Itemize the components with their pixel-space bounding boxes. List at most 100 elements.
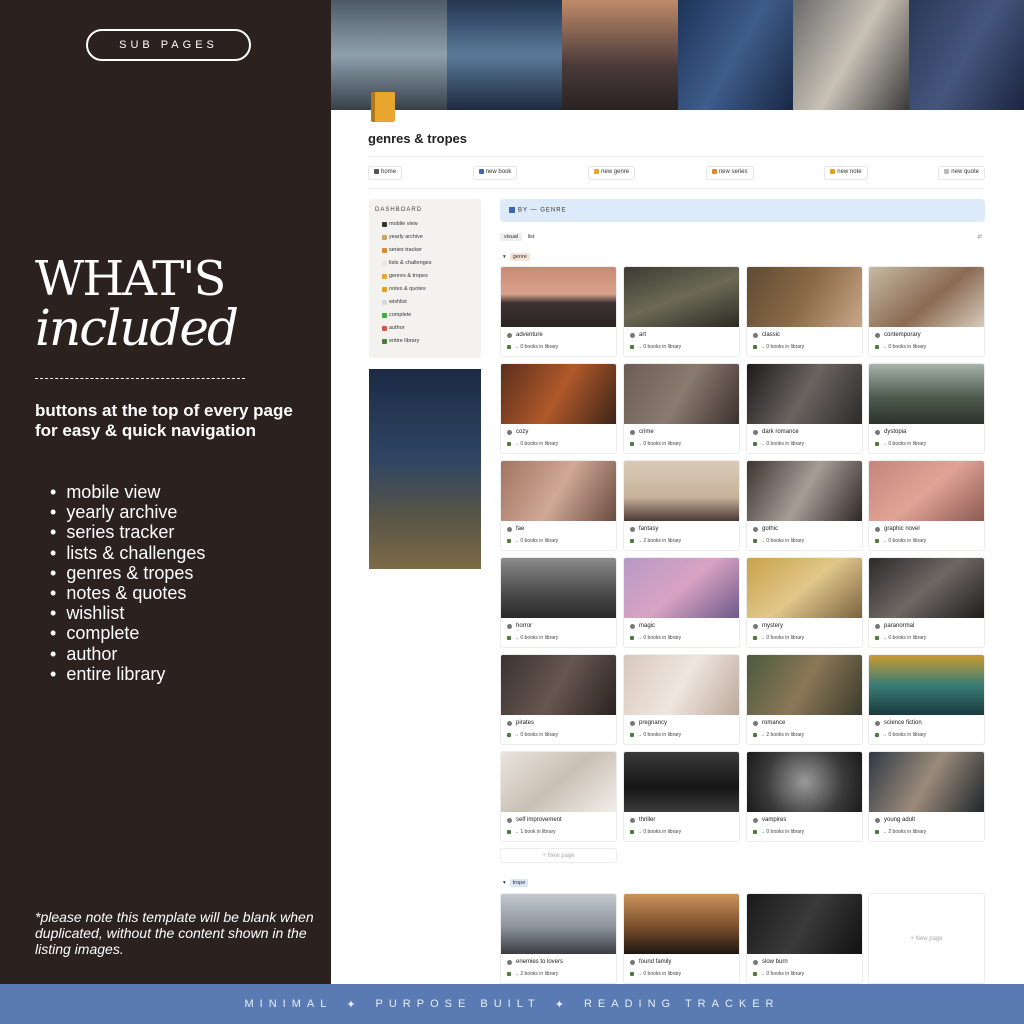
book-count: → 0 books in library (624, 435, 739, 447)
card-title-row: classic (747, 327, 862, 338)
nav-button-label: new series (718, 169, 748, 176)
book-count: → 0 books in library (501, 726, 616, 738)
genre-icon (875, 429, 880, 435)
card-cover-image (501, 752, 616, 812)
gallery-card[interactable]: graphic novel → 0 books in library (868, 460, 985, 551)
card-title-row: enemies to lovers (501, 954, 616, 965)
gallery-card[interactable]: young adult → 2 books in library (868, 751, 985, 842)
card-title-row: adventure (501, 327, 616, 338)
gallery-card[interactable]: cozy → 0 books in library (500, 363, 617, 454)
genre-icon (630, 959, 635, 965)
card-title-row: science fiction (869, 715, 984, 726)
genre-icon (753, 959, 758, 965)
group-genre-label: genre (509, 253, 530, 261)
nav-button-new-genre[interactable]: new genre (588, 166, 636, 180)
new-page-button[interactable]: + New page (868, 893, 985, 984)
feature-item: notes & quotes (50, 583, 205, 603)
genre-icon (875, 623, 880, 629)
gallery-card[interactable]: classic → 0 books in library (746, 266, 863, 357)
card-cover-image (501, 461, 616, 521)
card-cover-image (869, 752, 984, 812)
left-panel: SUB PAGES WHAT'S included buttons at the… (0, 0, 331, 984)
card-title: self improvement (516, 817, 562, 823)
sidebar-item-lists-challenges[interactable]: lists & challenges (375, 257, 475, 270)
gallery-card[interactable]: fae → 0 books in library (500, 460, 617, 551)
gallery-card[interactable]: dark romance → 0 books in library (746, 363, 863, 454)
card-title-row: cozy (501, 424, 616, 435)
sidebar-item-genres-tropes[interactable]: genres & tropes (375, 270, 475, 283)
card-title-row: contemporary (869, 327, 984, 338)
gallery-card[interactable]: self improvement → 1 book in library (500, 751, 617, 842)
card-title-row: pirates (501, 715, 616, 726)
book-count: → 0 books in library (624, 338, 739, 350)
book-count: → 0 books in library (624, 629, 739, 641)
card-title: adventure (516, 332, 543, 338)
card-title-row: vampires (747, 812, 862, 823)
book-count: → 0 books in library (869, 338, 984, 350)
card-cover-image (869, 655, 984, 715)
card-cover-image (624, 894, 739, 954)
card-title: graphic novel (884, 526, 920, 532)
gallery-card[interactable]: crime → 0 books in library (623, 363, 740, 454)
gallery-card[interactable]: magic → 0 books in library (623, 557, 740, 648)
view-tab-visual[interactable]: visual (500, 233, 523, 241)
gallery-card[interactable]: pirates → 0 books in library (500, 654, 617, 745)
sidebar-item-yearly-archive[interactable]: yearly archive (375, 231, 475, 244)
gallery-card[interactable]: art → 0 books in library (623, 266, 740, 357)
gallery-card[interactable]: mystery → 0 books in library (746, 557, 863, 648)
group-genre-header[interactable]: ▾ genre (503, 253, 530, 261)
gallery-card[interactable]: found family → 0 books in library (623, 893, 740, 984)
card-title: art (639, 332, 647, 338)
card-title: fantasy (639, 526, 659, 532)
gallery-card[interactable]: contemporary → 0 books in library (868, 266, 985, 357)
gallery-card[interactable]: dystopia → 0 books in library (868, 363, 985, 454)
gallery-card[interactable]: science fiction → 0 books in library (868, 654, 985, 745)
sidebar-item-notes-quotes[interactable]: notes & quotes (375, 283, 475, 296)
gallery-card[interactable]: enemies to lovers → 2 books in library (500, 893, 617, 984)
gallery-card[interactable]: vampires → 0 books in library (746, 751, 863, 842)
gallery-card[interactable]: slow burn → 0 books in library (746, 893, 863, 984)
book-icon (509, 207, 515, 213)
sidebar-item-author[interactable]: author (375, 322, 475, 335)
card-title: young adult (884, 817, 916, 823)
gallery-card[interactable]: adventure → 0 books in library (500, 266, 617, 357)
sort-icon[interactable]: ⇄ (977, 234, 982, 240)
sidebar-item-wishlist[interactable]: wishlist (375, 296, 475, 309)
nav-button-new-quote[interactable]: new quote (938, 166, 985, 180)
gallery-card[interactable]: pregnancy → 0 books in library (623, 654, 740, 745)
gallery-card[interactable]: horror → 0 books in library (500, 557, 617, 648)
gallery-card[interactable]: paranormal → 0 books in library (868, 557, 985, 648)
card-title-row: slow burn (747, 954, 862, 965)
card-title: found family (639, 959, 672, 965)
card-title: pregnancy (639, 720, 668, 726)
gallery-card[interactable]: gothic → 0 books in library (746, 460, 863, 551)
gallery-card[interactable]: romance → 2 books in library (746, 654, 863, 745)
nav-button-new-book[interactable]: new book (472, 166, 518, 180)
sparkle-icon: ✦ (346, 998, 362, 1011)
card-cover-image (747, 894, 862, 954)
sidebar-item-entire-library[interactable]: entire library (375, 335, 475, 348)
tagline-reading: READING TRACKER (583, 998, 780, 1010)
nav-button-new-note[interactable]: new note (824, 166, 868, 180)
card-cover-image (747, 655, 862, 715)
sidebar-item-series-tracker[interactable]: series tracker (375, 244, 475, 257)
card-title-row: horror (501, 618, 616, 629)
gallery-card[interactable]: fantasy → 2 books in library (623, 460, 740, 551)
sidebar-item-mobile-view[interactable]: mobile view (375, 218, 475, 231)
gallery-card[interactable]: thriller → 0 books in library (623, 751, 740, 842)
book-count: → 1 book in library (501, 823, 616, 835)
book-count: → 0 books in library (501, 435, 616, 447)
card-cover-image (501, 558, 616, 618)
book-count: → 0 books in library (501, 532, 616, 544)
genre-icon (875, 817, 880, 823)
sidebar-item-complete[interactable]: complete (375, 309, 475, 322)
card-title-row: found family (624, 954, 739, 965)
nav-button-new-series[interactable]: new series (705, 166, 754, 180)
book-count: → 0 books in library (747, 823, 862, 835)
view-tab-list[interactable]: list (528, 234, 535, 240)
genre-icon (630, 623, 635, 629)
card-title: crime (639, 429, 654, 435)
new-page-button[interactable]: + New page (500, 848, 617, 863)
nav-button-home[interactable]: home (368, 166, 403, 180)
group-trope-header[interactable]: ▾ trope (503, 879, 529, 887)
